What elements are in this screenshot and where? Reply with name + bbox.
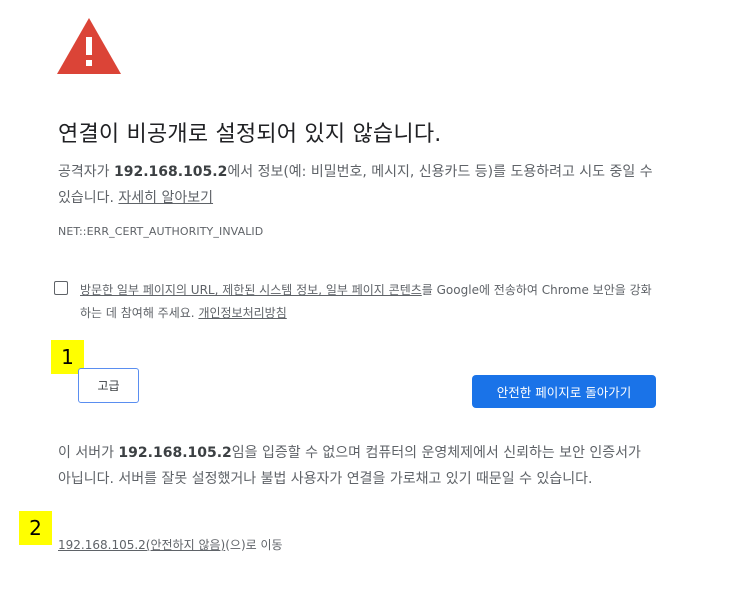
optin-label: 방문한 일부 페이지의 URL, 제한된 시스템 정보, 일부 페이지 콘텐츠를… bbox=[80, 279, 660, 325]
optin-info-link[interactable]: 방문한 일부 페이지의 URL, 제한된 시스템 정보, 일부 페이지 콘텐츠 bbox=[80, 283, 422, 297]
details-text-1: 이 서버가 bbox=[58, 445, 119, 461]
error-code: NET::ERR_CERT_AUTHORITY_INVALID bbox=[58, 225, 264, 238]
optin-checkbox[interactable] bbox=[54, 281, 68, 295]
privacy-policy-link[interactable]: 개인정보처리방침 bbox=[198, 306, 286, 320]
back-to-safety-button[interactable]: 안전한 페이지로 돌아가기 bbox=[472, 375, 656, 408]
learn-more-link[interactable]: 자세히 알아보기 bbox=[118, 190, 213, 206]
proceed-unsafe-link[interactable]: 192.168.105.2(안전하지 않음) bbox=[58, 538, 225, 552]
details-host: 192.168.105.2 bbox=[118, 445, 232, 461]
proceed-line: 192.168.105.2(안전하지 않음)(으)로 이동 bbox=[58, 536, 283, 553]
warning-triangle-icon bbox=[57, 18, 121, 74]
annotation-marker-2: 2 bbox=[19, 511, 52, 545]
details-paragraph: 이 서버가 192.168.105.2임을 입증할 수 없으며 컴퓨터의 운영체… bbox=[58, 440, 658, 492]
proceed-suffix: (으)로 이동 bbox=[225, 538, 283, 552]
intro-host: 192.168.105.2 bbox=[113, 164, 228, 180]
advanced-button[interactable]: 고급 bbox=[78, 368, 139, 403]
page-title: 연결이 비공개로 설정되어 있지 않습니다. bbox=[58, 122, 442, 147]
intro-text-1: 공격자가 bbox=[58, 164, 114, 180]
intro-paragraph: 공격자가 192.168.105.2에서 정보(예: 비밀번호, 메시지, 신용… bbox=[58, 159, 658, 211]
